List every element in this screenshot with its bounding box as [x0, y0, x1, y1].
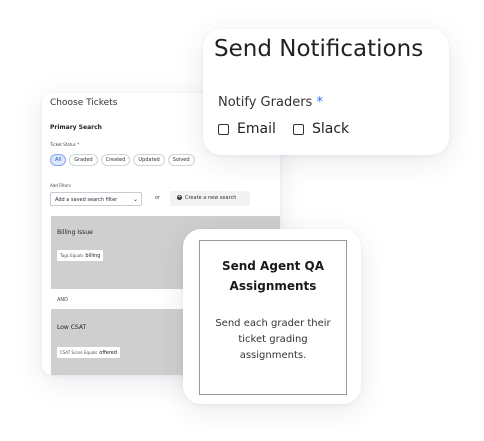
saved-search-select[interactable]: Add a saved search filter ⌄: [50, 192, 142, 206]
select-value: Add a saved search filter: [55, 197, 118, 203]
send-notifications-card: Send Notifications Notify Graders * Emai…: [203, 29, 449, 155]
condition-value: offered: [99, 350, 118, 356]
slack-option[interactable]: Slack: [293, 121, 349, 137]
condition-field: CSAT Score Equals: [60, 350, 98, 355]
qa-title: Send Agent QA Assignments: [200, 256, 346, 296]
condition-tag[interactable]: Tags Equals billing: [57, 250, 104, 261]
chevron-down-icon: ⌄: [132, 196, 138, 203]
chip-graded[interactable]: Graded: [69, 154, 98, 166]
email-label: Email: [237, 121, 276, 137]
condition-name: Billing Issue: [57, 229, 93, 236]
email-checkbox[interactable]: [218, 123, 229, 135]
and-label: AND: [57, 297, 69, 303]
chip-all[interactable]: All: [50, 154, 67, 166]
notify-graders-text: Notify Graders: [218, 95, 313, 110]
section-title: Primary Search: [50, 124, 102, 131]
condition-name: Low CSAT: [57, 324, 87, 331]
notifications-title: Send Notifications: [214, 36, 424, 62]
ticket-status-label: Ticket Status *: [50, 142, 80, 147]
status-chips: All Graded Created Updated Solved: [50, 154, 195, 166]
qa-assignments-card: Send Agent QA Assignments Send each grad…: [183, 229, 361, 404]
chip-updated[interactable]: Updated: [133, 154, 165, 166]
qa-title-line2: Assignments: [229, 279, 317, 293]
condition-field: Tags Equals: [60, 253, 84, 258]
email-option[interactable]: Email: [218, 121, 276, 137]
chip-created[interactable]: Created: [100, 154, 131, 166]
condition-tag[interactable]: CSAT Score Equals offered: [57, 347, 121, 358]
or-label: or: [155, 195, 161, 201]
create-search-button[interactable]: + Create a new search: [170, 191, 250, 206]
notify-graders-label: Notify Graders *: [218, 95, 323, 110]
plus-icon: +: [177, 194, 182, 200]
create-search-label: Create a new search: [185, 195, 237, 201]
add-filters-label: Add Filters: [50, 183, 72, 188]
slack-label: Slack: [312, 121, 350, 137]
qa-assignments-box[interactable]: Send Agent QA Assignments Send each grad…: [199, 240, 347, 395]
condition-value: billing: [85, 253, 101, 259]
qa-title-line1: Send Agent QA: [221, 259, 325, 273]
qa-description: Send each grader their ticket grading as…: [215, 318, 331, 361]
chip-solved[interactable]: Solved: [167, 154, 195, 166]
required-mark: *: [316, 95, 323, 110]
slack-checkbox[interactable]: [293, 123, 304, 135]
panel-title: Choose Tickets: [50, 98, 118, 108]
